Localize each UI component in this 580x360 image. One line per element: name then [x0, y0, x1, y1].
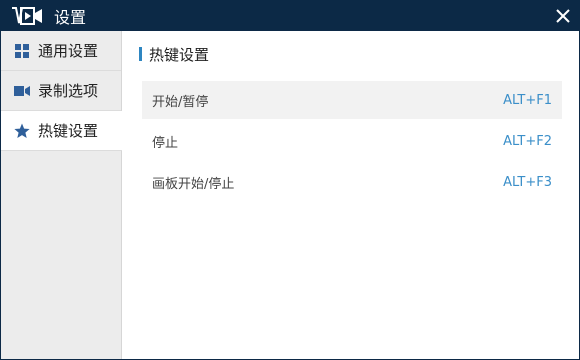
- sidebar-item-label: 通用设置: [38, 42, 99, 60]
- hotkey-value[interactable]: ALT+F3: [503, 175, 552, 190]
- hotkey-row-board-start-stop[interactable]: 画板开始/停止 ALT+F3: [142, 163, 562, 201]
- hotkey-label: 画板开始/停止: [152, 176, 235, 192]
- section-marker: [139, 47, 142, 61]
- sidebar-item-recording[interactable]: 录制选项: [1, 71, 121, 111]
- hotkey-row-stop[interactable]: 停止 ALT+F2: [142, 122, 562, 160]
- sidebar-item-label: 录制选项: [38, 82, 99, 100]
- close-button[interactable]: [553, 6, 573, 26]
- hotkey-settings-panel: 热键设置 开始/暂停 ALT+F1 停止 ALT+F2 画板开始/停止 ALT+…: [122, 31, 579, 359]
- camera-icon: [14, 83, 30, 99]
- hotkey-row-start-pause[interactable]: 开始/暂停 ALT+F1: [142, 81, 562, 119]
- window-title: 设置: [54, 8, 87, 27]
- hotkey-label: 停止: [152, 135, 179, 151]
- grid-icon: [14, 43, 30, 59]
- section-title: 热键设置: [139, 45, 210, 64]
- hotkey-value[interactable]: ALT+F2: [503, 134, 552, 149]
- settings-window: 设置 通用设置 录制选项 热键设置 热键设置 开始/暂停 ALT+F1 停止 A…: [0, 0, 580, 360]
- sidebar: 通用设置 录制选项 热键设置: [1, 31, 122, 359]
- section-title-text: 热键设置: [149, 45, 210, 64]
- video-camera-logo-icon: [10, 5, 44, 27]
- hotkey-label: 开始/暂停: [152, 94, 209, 110]
- title-bar: 设置: [1, 1, 579, 31]
- sidebar-item-general[interactable]: 通用设置: [1, 31, 121, 71]
- hotkey-value[interactable]: ALT+F1: [503, 93, 552, 108]
- sidebar-item-label: 热键设置: [38, 122, 99, 140]
- close-icon: [556, 9, 570, 23]
- star-icon: [14, 123, 30, 139]
- sidebar-item-hotkeys[interactable]: 热键设置: [1, 111, 122, 151]
